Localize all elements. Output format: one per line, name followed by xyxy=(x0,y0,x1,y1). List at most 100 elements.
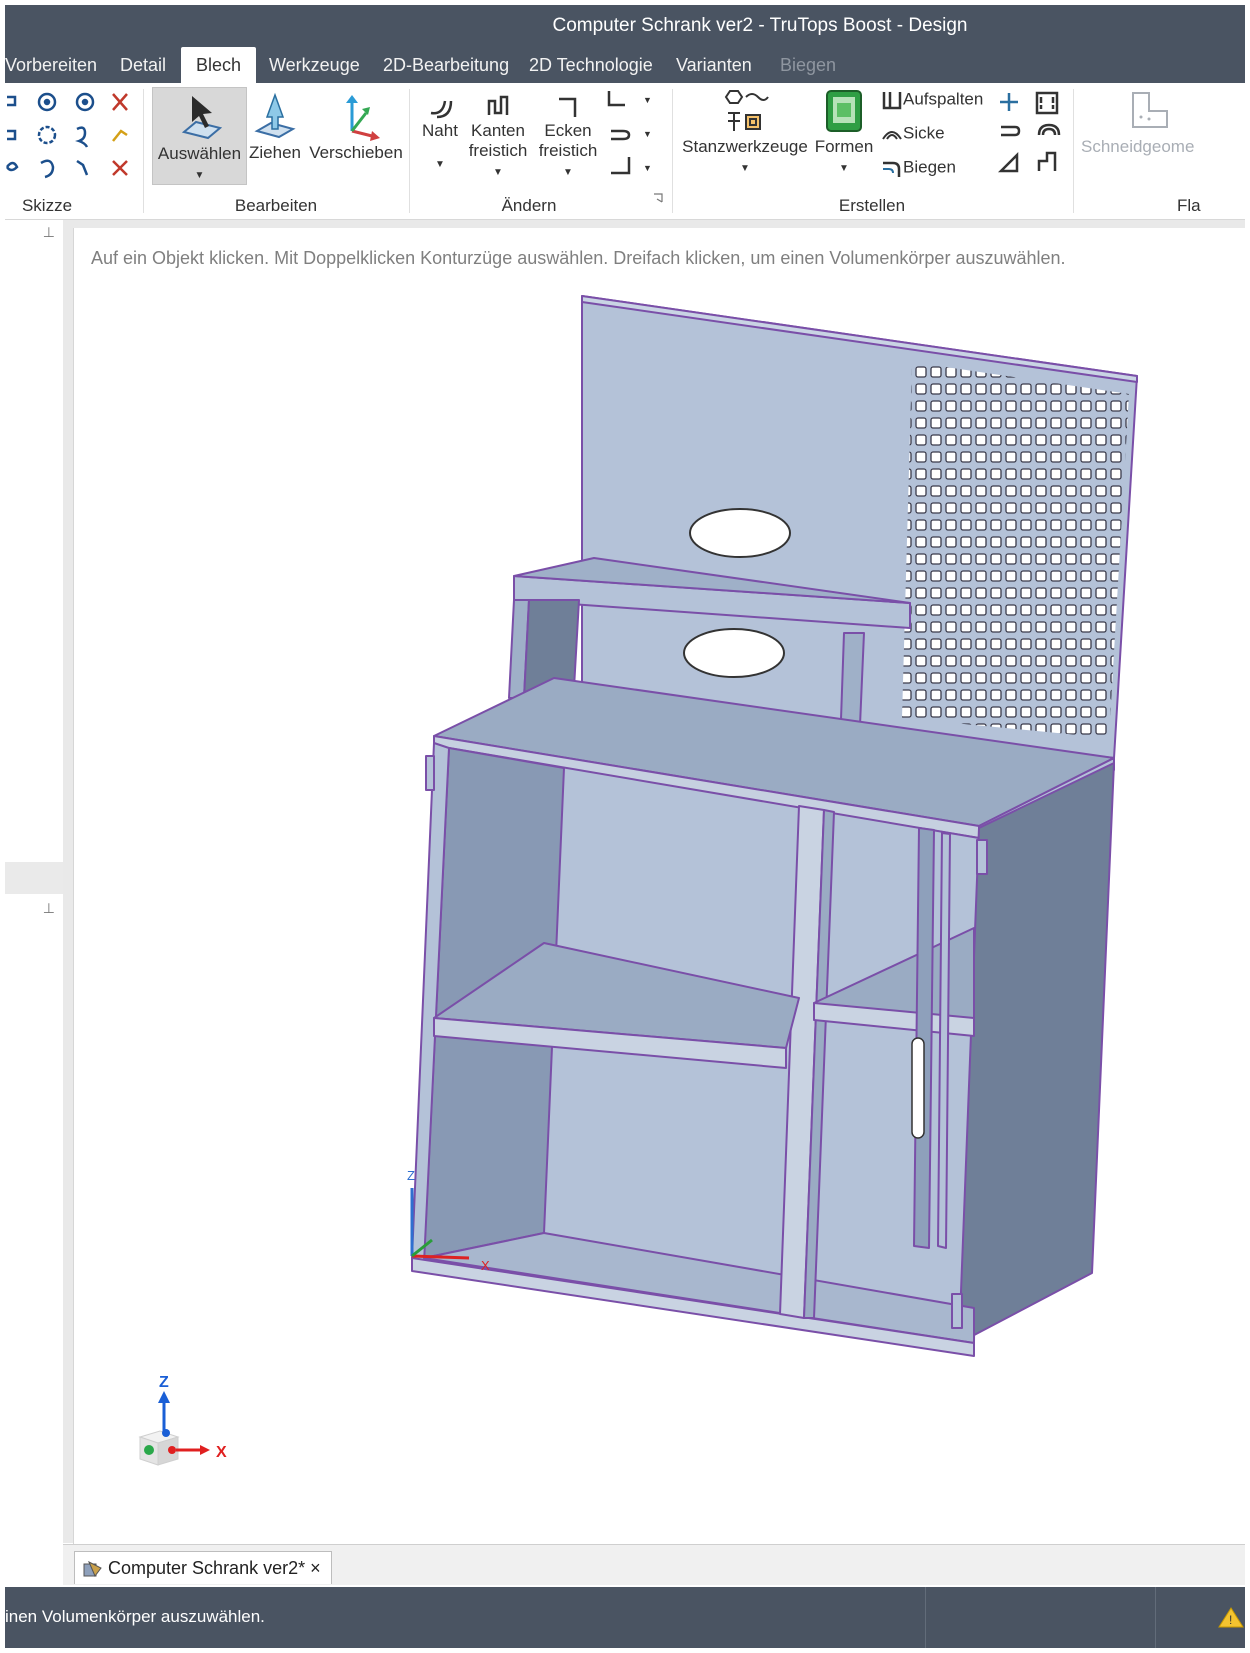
left-panel-lower: ⊥ xyxy=(5,896,64,1542)
biegen-button[interactable]: Biegen xyxy=(881,157,956,179)
split-icon xyxy=(882,92,902,110)
chevron-down-icon: ▼ xyxy=(194,170,205,181)
status-divider xyxy=(1155,1587,1156,1648)
status-bar: inen Volumenkörper auszuwählen. ! xyxy=(5,1587,1245,1648)
tab-vorbereiten[interactable]: Vorbereiten xyxy=(5,47,97,83)
group-label-aendern: Ändern xyxy=(501,196,557,215)
schneidgeome-label: Schneidgeome xyxy=(1081,137,1195,156)
corner-relief-icon xyxy=(559,97,577,117)
document-tab[interactable]: Computer Schrank ver2* × xyxy=(74,1551,332,1584)
stanzwerkzeuge-label: Stanzwerkzeuge xyxy=(682,137,808,156)
kanten-label-2: freistich xyxy=(468,141,528,160)
kanten-freistich-button[interactable]: Kanten freistich ▼ xyxy=(467,91,529,183)
group-label-bearbeiten: Bearbeiten xyxy=(234,196,318,215)
x-axis-arrow xyxy=(200,1445,210,1455)
chevron-down-icon: ▼ xyxy=(435,159,445,170)
forms-icon xyxy=(826,90,862,132)
verschieben-label: Verschieben xyxy=(309,143,403,162)
ziehen-button[interactable]: Ziehen xyxy=(247,87,303,183)
pin-icon[interactable]: ⊥ xyxy=(43,900,55,917)
left-panel-divider[interactable] xyxy=(5,862,64,894)
x-axis-dot xyxy=(168,1446,176,1454)
chevron-down-icon: ▼ xyxy=(740,163,750,174)
z-axis-dot xyxy=(162,1429,170,1437)
z-axis-arrow xyxy=(158,1391,170,1403)
pin-icon[interactable]: ⊥ xyxy=(43,224,55,241)
group-label-erstellen: Erstellen xyxy=(838,196,906,215)
biegen-label: Biegen xyxy=(903,157,956,177)
ribbon-separator xyxy=(672,89,673,213)
ribbon: Skizze Auswählen ▼ Ziehen Verschieben Be… xyxy=(5,83,1245,220)
aufspalten-button[interactable]: Aufspalten xyxy=(881,89,983,111)
close-icon[interactable]: × xyxy=(310,1558,321,1578)
sicke-button[interactable]: Sicke xyxy=(881,123,945,145)
select-pointer-icon xyxy=(181,96,222,140)
svg-text:▼: ▼ xyxy=(643,163,652,173)
title-bar: Computer Schrank ver2 - TruTops Boost - … xyxy=(5,5,1245,47)
cabinet-model[interactable]: Z X xyxy=(74,228,1246,1544)
auswaehlen-button[interactable]: Auswählen ▼ xyxy=(152,87,247,185)
chevron-down-icon: ▼ xyxy=(493,167,503,178)
punch-tools-icon xyxy=(724,90,769,131)
seam-icon xyxy=(430,100,453,119)
formen-button[interactable]: Formen ▼ xyxy=(814,87,874,183)
flange-tools-icon[interactable]: ▼ ▼ ▼ xyxy=(605,87,655,187)
cut-geometry-icon xyxy=(1132,92,1168,128)
view-cube-triad[interactable]: Z X xyxy=(130,1375,240,1485)
svg-text:Z: Z xyxy=(407,1168,415,1183)
ecken-freistich-button[interactable]: Ecken freistich ▼ xyxy=(537,91,599,183)
x-axis-label: X xyxy=(216,1444,227,1461)
bead-icon xyxy=(882,131,902,140)
create-tools-icon[interactable] xyxy=(997,89,1069,181)
tab-werkzeuge[interactable]: Werkzeuge xyxy=(269,47,360,83)
naht-button[interactable]: Naht ▼ xyxy=(417,91,463,183)
schneidgeometrie-button[interactable]: Schneidgeome xyxy=(1081,89,1245,183)
sicke-label: Sicke xyxy=(903,123,945,143)
viewport-hint: Auf ein Objekt klicken. Mit Doppelklicke… xyxy=(91,248,1066,268)
move-icon xyxy=(346,95,380,141)
y-axis-dot xyxy=(144,1445,154,1455)
svg-text:!: ! xyxy=(1229,1613,1232,1627)
sketch-tools-icon[interactable] xyxy=(5,89,140,189)
naht-label: Naht xyxy=(422,121,458,140)
chevron-down-icon: ▼ xyxy=(563,167,573,178)
group-label-fla: Fla xyxy=(1177,196,1201,215)
document-tab-label: Computer Schrank ver2* xyxy=(108,1558,306,1578)
tab-2d-bearbeitung[interactable]: 2D-Bearbeitung xyxy=(383,47,509,83)
verschieben-button[interactable]: Verschieben xyxy=(307,87,405,183)
ribbon-separator xyxy=(143,89,144,213)
ribbon-separator xyxy=(409,89,410,213)
kanten-label-1: Kanten xyxy=(471,121,525,140)
dialog-launcher-icon[interactable] xyxy=(653,193,665,205)
tab-varianten[interactable]: Varianten xyxy=(676,47,752,83)
3d-viewport[interactable]: Z X xyxy=(73,228,1246,1544)
stanzwerkzeuge-button[interactable]: Stanzwerkzeuge ▼ xyxy=(682,87,808,183)
pull-icon xyxy=(254,92,296,139)
svg-text:▼: ▼ xyxy=(643,129,652,139)
ribbon-separator xyxy=(1073,89,1074,213)
status-divider xyxy=(925,1587,926,1648)
window-title: Computer Schrank ver2 - TruTops Boost - … xyxy=(552,15,968,36)
svg-text:▼: ▼ xyxy=(643,95,652,105)
status-text: inen Volumenkörper auszuwählen. xyxy=(5,1607,265,1626)
chevron-down-icon: ▼ xyxy=(839,163,849,174)
auswaehlen-label: Auswählen xyxy=(157,144,242,163)
ecken-label-2: freistich xyxy=(538,141,598,160)
ziehen-label: Ziehen xyxy=(249,143,301,162)
warning-icon[interactable]: ! xyxy=(1217,1605,1245,1629)
svg-text:X: X xyxy=(481,1258,490,1273)
tab-biegen[interactable]: Biegen xyxy=(780,47,836,83)
bend-icon xyxy=(883,161,901,177)
group-label-skizze: Skizze xyxy=(21,196,73,215)
ecken-label-1: Ecken xyxy=(544,121,592,140)
part-document-icon xyxy=(83,1561,102,1578)
tab-detail[interactable]: Detail xyxy=(120,47,166,83)
tab-blech[interactable]: Blech xyxy=(181,47,257,83)
edge-relief-icon xyxy=(487,95,509,115)
tab-2d-technologie[interactable]: 2D Technologie xyxy=(529,47,653,83)
formen-label: Formen xyxy=(814,137,874,156)
z-axis-label: Z xyxy=(159,1375,169,1391)
ribbon-tab-bar: Vorbereiten Detail Blech Werkzeuge 2D-Be… xyxy=(5,47,1245,83)
left-panel-upper: ⊥ xyxy=(5,220,64,860)
aufspalten-label: Aufspalten xyxy=(903,89,984,109)
